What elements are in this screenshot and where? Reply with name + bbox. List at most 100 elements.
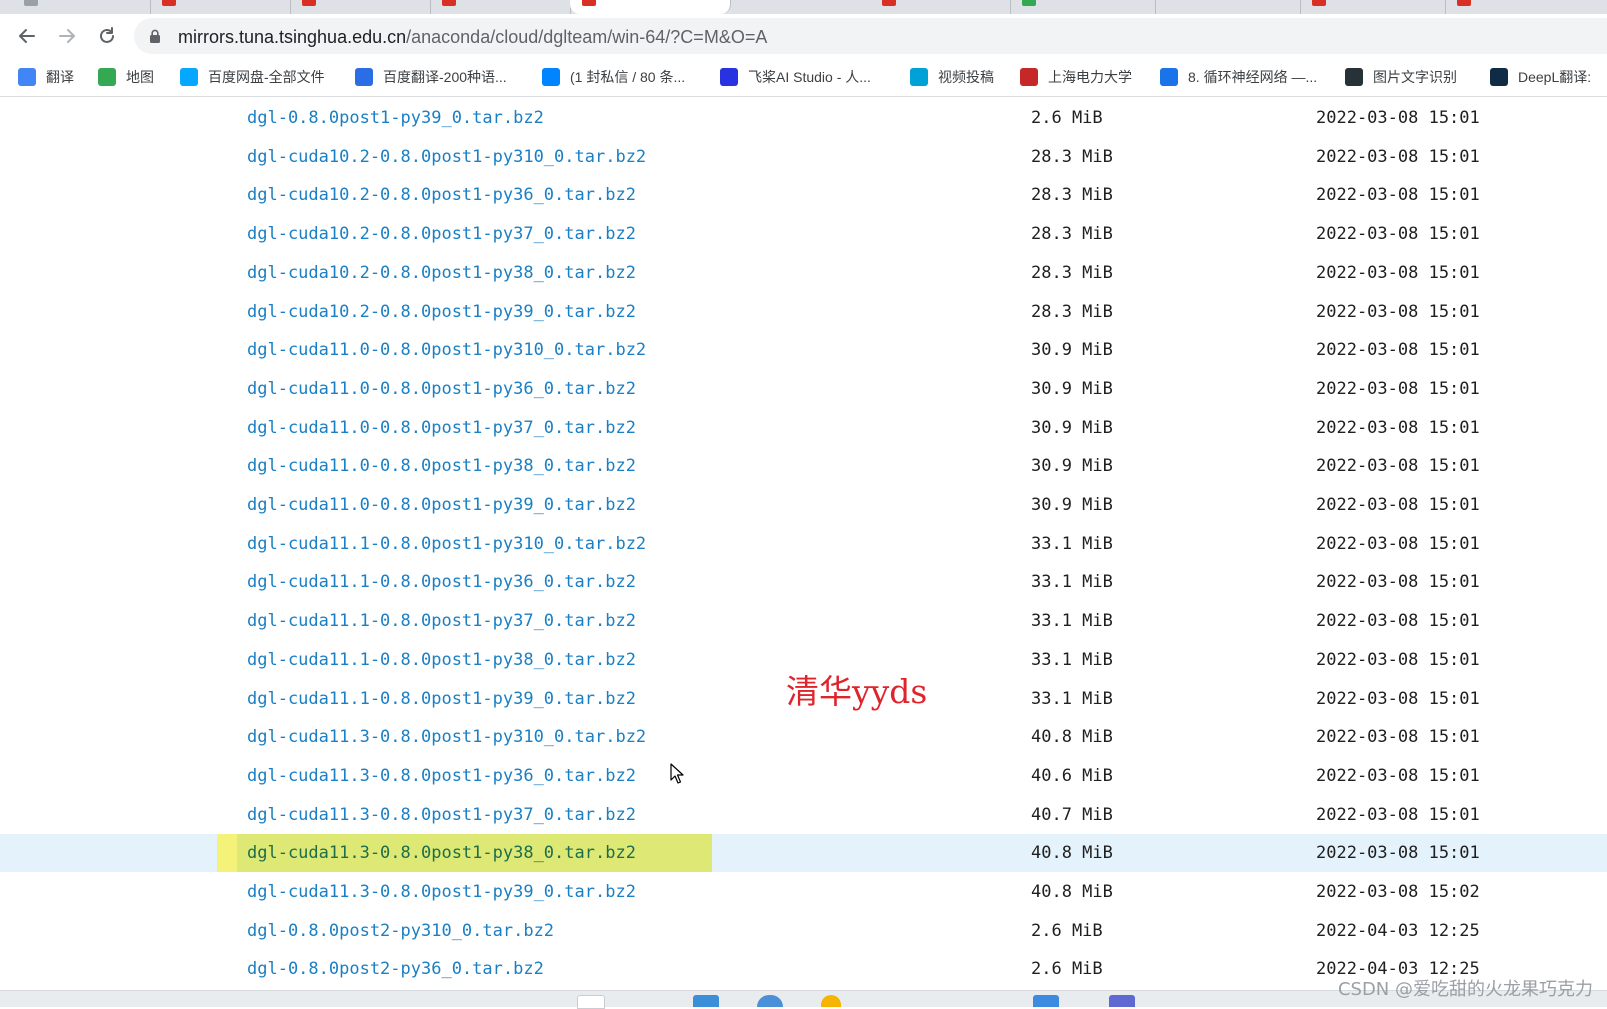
reload-button[interactable] [93,22,121,50]
arrow-left-icon [19,29,35,43]
file-size: 28.3 MiB [1031,301,1113,322]
file-link[interactable]: dgl-0.8.0post2-py310_0.tar.bz2 [247,921,554,941]
table-row: dgl-cuda10.2-0.8.0post1-py38_0.tar.bz2 28… [0,254,1607,292]
browser-tab[interactable] [150,0,291,14]
file-link[interactable]: dgl-cuda11.1-0.8.0post1-py36_0.tar.bz2 [247,572,636,592]
back-button[interactable] [13,22,41,50]
taskbar-item[interactable] [757,995,783,1007]
table-row: dgl-cuda11.3-0.8.0post1-py39_0.tar.bz2 40… [0,873,1607,911]
deepl-icon [1490,68,1508,86]
bookmark-item[interactable]: 图片文字识别 [1345,67,1457,87]
file-link[interactable]: dgl-cuda10.2-0.8.0post1-py37_0.tar.bz2 [247,224,636,244]
file-date: 2022-03-08 15:01 [1316,456,1480,477]
bookmark-item[interactable]: 8. 循环神经网络 —... [1160,67,1317,87]
taskbar-item[interactable] [1109,995,1135,1007]
bookmark-item[interactable]: 地图 [98,67,154,87]
table-row: dgl-cuda11.1-0.8.0post1-py310_0.tar.bz2 3… [0,525,1607,563]
taskbar-item[interactable] [1033,995,1059,1007]
bookmark-item[interactable]: DeepL翻译: [1490,67,1591,87]
bookmark-item[interactable]: 百度网盘-全部文件 [180,67,325,87]
file-date: 2022-03-08 15:01 [1316,301,1480,322]
bookmark-item[interactable]: 视频投稿 [910,67,994,87]
file-date: 2022-03-08 15:01 [1316,262,1480,283]
table-row: dgl-cuda11.0-0.8.0post1-py37_0.tar.bz2 30… [0,409,1607,447]
file-link[interactable]: dgl-cuda11.0-0.8.0post1-py39_0.tar.bz2 [247,495,636,515]
bookmark-item[interactable]: 翻译 [18,67,74,87]
text-highlight-edge [217,834,237,873]
tab-favicon-icon [302,0,316,6]
bookmark-item[interactable]: (1 封私信 / 80 条... [542,67,685,87]
file-date: 2022-03-08 15:01 [1316,804,1480,825]
browser-tab[interactable] [1445,0,1607,14]
browser-tab[interactable] [0,0,151,14]
university-icon [1020,68,1038,86]
table-row: dgl-cuda11.3-0.8.0post1-py310_0.tar.bz2 4… [0,718,1607,756]
table-row: dgl-cuda11.3-0.8.0post1-py36_0.tar.bz2 40… [0,757,1607,795]
table-row: dgl-cuda11.1-0.8.0post1-py36_0.tar.bz2 33… [0,563,1607,601]
browser-tab[interactable] [290,0,431,14]
file-link[interactable]: dgl-cuda11.0-0.8.0post1-py38_0.tar.bz2 [247,456,636,476]
bookmark-label: DeepL翻译: [1518,69,1592,85]
file-size: 2.6 MiB [1031,959,1103,980]
browser-tab[interactable] [1300,0,1446,14]
file-date: 2022-03-08 15:01 [1316,378,1480,399]
file-link[interactable]: dgl-cuda10.2-0.8.0post1-py36_0.tar.bz2 [247,185,636,205]
file-link[interactable]: dgl-cuda11.3-0.8.0post1-py37_0.tar.bz2 [247,805,636,825]
bookmark-label: 飞桨AI Studio - 人... [748,69,871,85]
file-date: 2022-03-08 15:01 [1316,843,1480,864]
file-link[interactable]: dgl-cuda11.0-0.8.0post1-py310_0.tar.bz2 [247,340,646,360]
file-link[interactable]: dgl-cuda11.3-0.8.0post1-py36_0.tar.bz2 [247,766,636,786]
file-size: 2.6 MiB [1031,920,1103,941]
taskbar-item[interactable] [577,995,605,1009]
file-date: 2022-03-08 15:01 [1316,146,1480,167]
file-date: 2022-03-08 15:02 [1316,882,1480,902]
file-link[interactable]: dgl-cuda11.0-0.8.0post1-py37_0.tar.bz2 [247,418,636,438]
bookmark-item[interactable]: 飞桨AI Studio - 人... [720,67,871,87]
file-link[interactable]: dgl-cuda11.1-0.8.0post1-py38_0.tar.bz2 [247,650,636,670]
bilibili-icon [910,68,928,86]
annotation-text: 清华yyds [786,672,928,711]
file-link[interactable]: dgl-0.8.0post1-py39_0.tar.bz2 [247,108,544,128]
file-link[interactable]: dgl-cuda11.3-0.8.0post1-py310_0.tar.bz2 [247,727,646,747]
active-browser-tab[interactable] [570,0,731,14]
file-link[interactable]: dgl-cuda11.1-0.8.0post1-py39_0.tar.bz2 [247,689,636,709]
file-date: 2022-03-08 15:01 [1316,727,1480,748]
table-row: dgl-0.8.0post2-py310_0.tar.bz2 2.6 MiB 202… [0,912,1607,950]
browser-toolbar: mirrors.tuna.tsinghua.edu.cn/anaconda/cl… [0,14,1607,58]
browser-tab[interactable] [1155,0,1301,14]
forward-button[interactable] [53,22,81,50]
browser-tab[interactable] [430,0,571,14]
lock-icon [150,29,160,43]
file-link[interactable]: dgl-cuda11.3-0.8.0post1-py39_0.tar.bz2 [247,882,636,902]
taskbar-item[interactable] [821,995,841,1007]
bookmark-label: 翻译 [46,69,74,85]
address-bar[interactable]: mirrors.tuna.tsinghua.edu.cn/anaconda/cl… [134,18,1607,54]
file-link[interactable]: dgl-0.8.0post2-py36_0.tar.bz2 [247,959,544,979]
file-size: 33.1 MiB [1031,688,1113,709]
taskbar-item[interactable] [693,995,719,1007]
browser-tab[interactable] [870,0,1011,14]
file-link[interactable]: dgl-cuda10.2-0.8.0post1-py310_0.tar.bz2 [247,147,646,167]
file-size: 28.3 MiB [1031,185,1113,206]
file-link[interactable]: dgl-cuda10.2-0.8.0post1-py39_0.tar.bz2 [247,302,636,322]
file-link[interactable]: dgl-cuda10.2-0.8.0post1-py38_0.tar.bz2 [247,263,636,283]
file-size: 40.7 MiB [1031,804,1113,825]
file-size: 2.6 MiB [1031,108,1103,128]
bookmark-label: 百度翻译-200种语... [383,69,507,85]
file-link[interactable]: dgl-cuda11.0-0.8.0post1-py36_0.tar.bz2 [247,379,636,399]
file-size: 33.1 MiB [1031,649,1113,670]
file-date: 2022-03-08 15:01 [1316,185,1480,206]
bookmark-item[interactable]: 百度翻译-200种语... [355,67,507,87]
tab-favicon-icon [882,0,896,6]
bookmark-label: (1 封私信 / 80 条... [570,69,686,85]
bookmarks-bar: 翻译 地图 百度网盘-全部文件 百度翻译-200种语... (1 封私信 / 80 条.… [0,58,1607,97]
bookmark-label: 上海电力大学 [1048,69,1132,85]
file-size: 40.6 MiB [1031,765,1113,786]
file-link[interactable]: dgl-cuda11.3-0.8.0post1-py38_0.tar.bz2 [247,843,636,863]
tab-favicon-icon [24,0,38,6]
browser-tab[interactable] [1010,0,1156,14]
file-link[interactable]: dgl-cuda11.1-0.8.0post1-py310_0.tar.bz2 [247,534,646,554]
file-link[interactable]: dgl-cuda11.1-0.8.0post1-py37_0.tar.bz2 [247,611,636,631]
bookmark-item[interactable]: 上海电力大学 [1020,67,1132,87]
tab-favicon-icon [582,0,596,6]
